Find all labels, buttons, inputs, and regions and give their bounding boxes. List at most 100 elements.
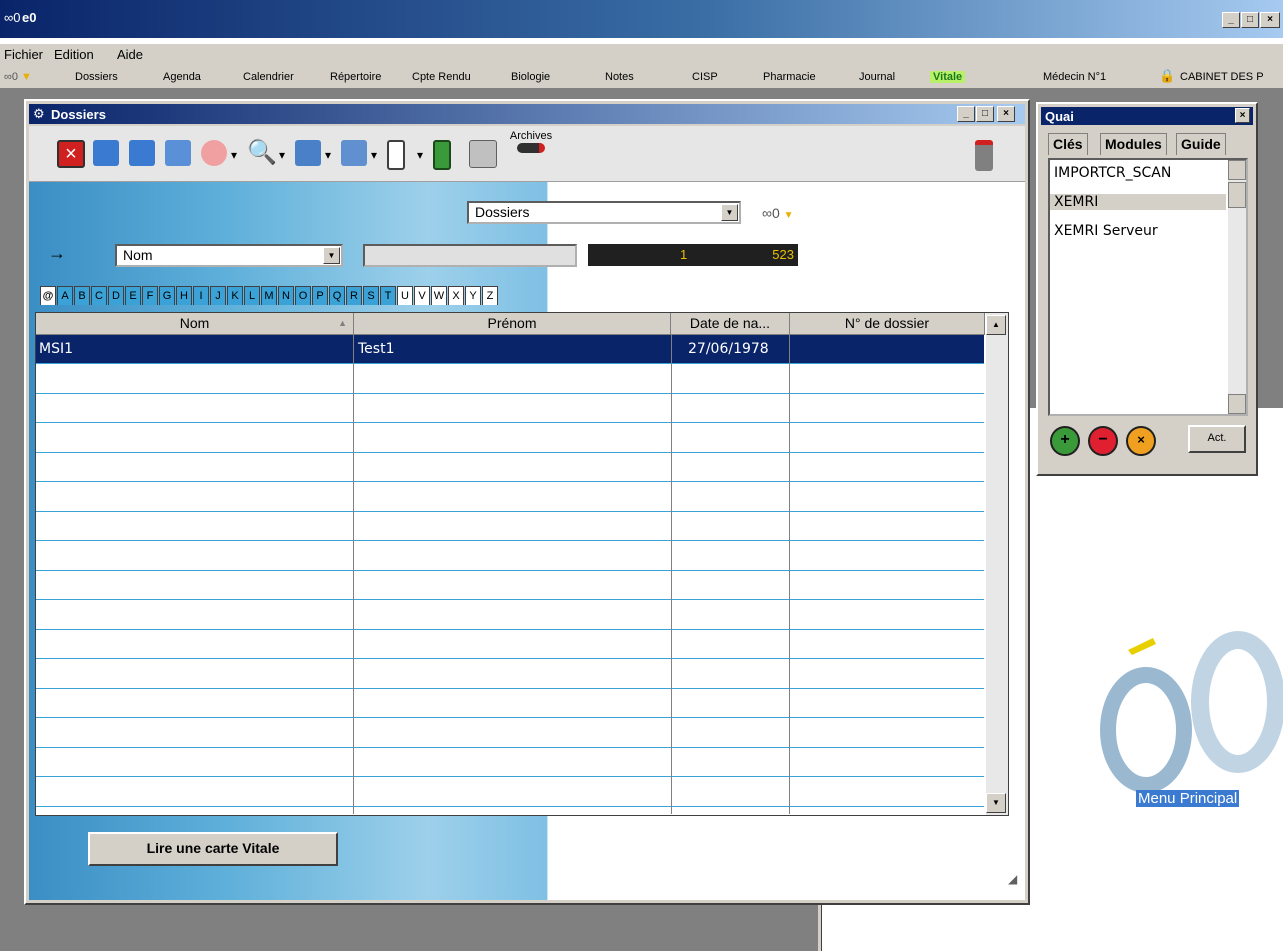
quai-scroll-thumb[interactable] [1228, 182, 1246, 208]
dossiers-maximize-button[interactable]: □ [976, 106, 994, 122]
column-header-prenom[interactable]: Prénom [354, 313, 671, 335]
column-header-nom[interactable]: Nom ▲ [36, 313, 354, 335]
alpha-tab[interactable]: K [227, 286, 243, 305]
quai-list-item[interactable]: XEMRI Serveur [1054, 223, 1158, 239]
search-field-select[interactable]: Nom ▼ [115, 244, 343, 267]
quai-list-item[interactable]: IMPORTCR_SCAN [1054, 165, 1171, 181]
alpha-tab[interactable]: W [431, 286, 447, 305]
alpha-tab[interactable]: P [312, 286, 328, 305]
close-button[interactable]: × [1260, 12, 1280, 28]
menu-aide[interactable]: Aide [117, 47, 143, 62]
alpha-tab[interactable]: N [278, 286, 294, 305]
quai-list-item[interactable]: XEMRI [1050, 194, 1226, 210]
scroll-up-icon[interactable]: ▲ [986, 315, 1006, 335]
alpha-tab[interactable]: F [142, 286, 158, 305]
module-calendrier[interactable]: Calendrier [243, 71, 294, 83]
alpha-tab[interactable]: O [295, 286, 311, 305]
resize-grip-icon[interactable]: ◢ [1008, 872, 1017, 886]
table-row[interactable] [36, 424, 984, 453]
quai-close-button[interactable]: × [1235, 108, 1250, 123]
menu-fichier[interactable]: Fichier [4, 47, 43, 62]
alpha-tab[interactable]: D [108, 286, 124, 305]
scroll-down-icon[interactable]: ▼ [986, 793, 1006, 813]
table-row[interactable]: MSI1 Test1 27/06/1978 [36, 335, 984, 364]
table-row[interactable] [36, 778, 984, 807]
table-row[interactable] [36, 571, 984, 600]
alpha-tab[interactable]: T [380, 286, 396, 305]
chevron-down-icon[interactable]: ▼ [721, 204, 738, 221]
column-header-date[interactable]: Date de na... [671, 313, 790, 335]
cancel-icon[interactable]: × [1126, 426, 1156, 456]
module-notes[interactable]: Notes [605, 71, 634, 83]
alpha-tab[interactable]: H [176, 286, 192, 305]
alpha-tab[interactable]: E [125, 286, 141, 305]
table-scrollbar[interactable]: ▲ ▼ [986, 313, 1008, 815]
module-repertoire[interactable]: Répertoire [330, 71, 381, 83]
tab-cles[interactable]: Clés [1048, 133, 1088, 155]
read-vitale-card-button[interactable]: Lire une carte Vitale [88, 832, 338, 866]
minimize-button[interactable]: _ [1222, 12, 1240, 28]
module-vitale[interactable]: Vitale [930, 71, 966, 83]
alpha-tab[interactable]: B [74, 286, 90, 305]
eo-logo[interactable]: Menu Principal [1098, 630, 1283, 810]
alpha-tab[interactable]: M [261, 286, 277, 305]
alpha-tab[interactable]: A [57, 286, 73, 305]
view-select[interactable]: Dossiers ▼ [467, 201, 741, 224]
medecin-selector[interactable]: Médecin N°1 [1043, 71, 1106, 83]
transfer-icon[interactable] [295, 140, 321, 166]
alpha-tab[interactable]: I [193, 286, 209, 305]
binoculars-icon[interactable] [165, 140, 191, 166]
archives-button[interactable]: Archives [501, 130, 561, 153]
table-row[interactable] [36, 630, 984, 659]
table-row[interactable] [36, 483, 984, 512]
module-dossiers[interactable]: Dossiers [75, 71, 118, 83]
module-cisp[interactable]: CISP [692, 71, 718, 83]
table-row[interactable] [36, 719, 984, 748]
alpha-tab[interactable]: C [91, 286, 107, 305]
users-icon[interactable] [201, 140, 227, 166]
printer-dropdown-icon[interactable]: ▾ [371, 148, 377, 162]
table-row[interactable] [36, 542, 984, 571]
remove-icon[interactable]: − [1088, 426, 1118, 456]
alpha-tab[interactable]: Q [329, 286, 345, 305]
alpha-tab[interactable]: S [363, 286, 379, 305]
maximize-button[interactable]: □ [1241, 12, 1259, 28]
column-header-dossier[interactable]: N° de dossier [790, 313, 985, 335]
alpha-tab[interactable]: R [346, 286, 362, 305]
module-biologie[interactable]: Biologie [511, 71, 550, 83]
tab-guide[interactable]: Guide [1176, 133, 1226, 155]
module-cpte-rendu[interactable]: Cpte Rendu [412, 71, 471, 83]
list-icon[interactable] [433, 140, 451, 170]
alpha-tab[interactable]: @ [40, 286, 56, 305]
dossiers-close-button[interactable]: × [997, 106, 1015, 122]
act-button[interactable]: Act. [1188, 425, 1246, 453]
search-input[interactable] [363, 244, 577, 267]
eo-small-icon[interactable]: ∞0 ▼ [762, 205, 794, 221]
document-icon[interactable] [387, 140, 405, 170]
quai-scroll-up-icon[interactable] [1228, 160, 1246, 180]
alpha-tab[interactable]: J [210, 286, 226, 305]
alpha-tab[interactable]: L [244, 286, 260, 305]
alpha-tab[interactable]: Y [465, 286, 481, 305]
menu-edition[interactable]: Edition [54, 47, 94, 62]
table-row[interactable] [36, 660, 984, 689]
alpha-tab[interactable]: Z [482, 286, 498, 305]
table-row[interactable] [36, 601, 984, 630]
quai-scroll-down-icon[interactable] [1228, 394, 1246, 414]
camera-icon[interactable] [469, 140, 497, 168]
transfer-dropdown-icon[interactable]: ▾ [325, 148, 331, 162]
module-journal[interactable]: Journal [859, 71, 895, 83]
document-dropdown-icon[interactable]: ▾ [417, 148, 423, 162]
add-icon[interactable]: + [1050, 426, 1080, 456]
table-row[interactable] [36, 394, 984, 423]
module-agenda[interactable]: Agenda [163, 71, 201, 83]
table-row[interactable] [36, 689, 984, 718]
chevron-down-icon[interactable]: ▼ [323, 247, 340, 264]
users-dropdown-icon[interactable]: ▾ [231, 148, 237, 162]
printer-icon[interactable] [341, 140, 367, 166]
trash-icon[interactable] [975, 140, 993, 171]
table-row[interactable] [36, 453, 984, 482]
new-folder-icon[interactable] [129, 140, 155, 166]
table-row[interactable] [36, 748, 984, 777]
module-pharmacie[interactable]: Pharmacie [763, 71, 816, 83]
